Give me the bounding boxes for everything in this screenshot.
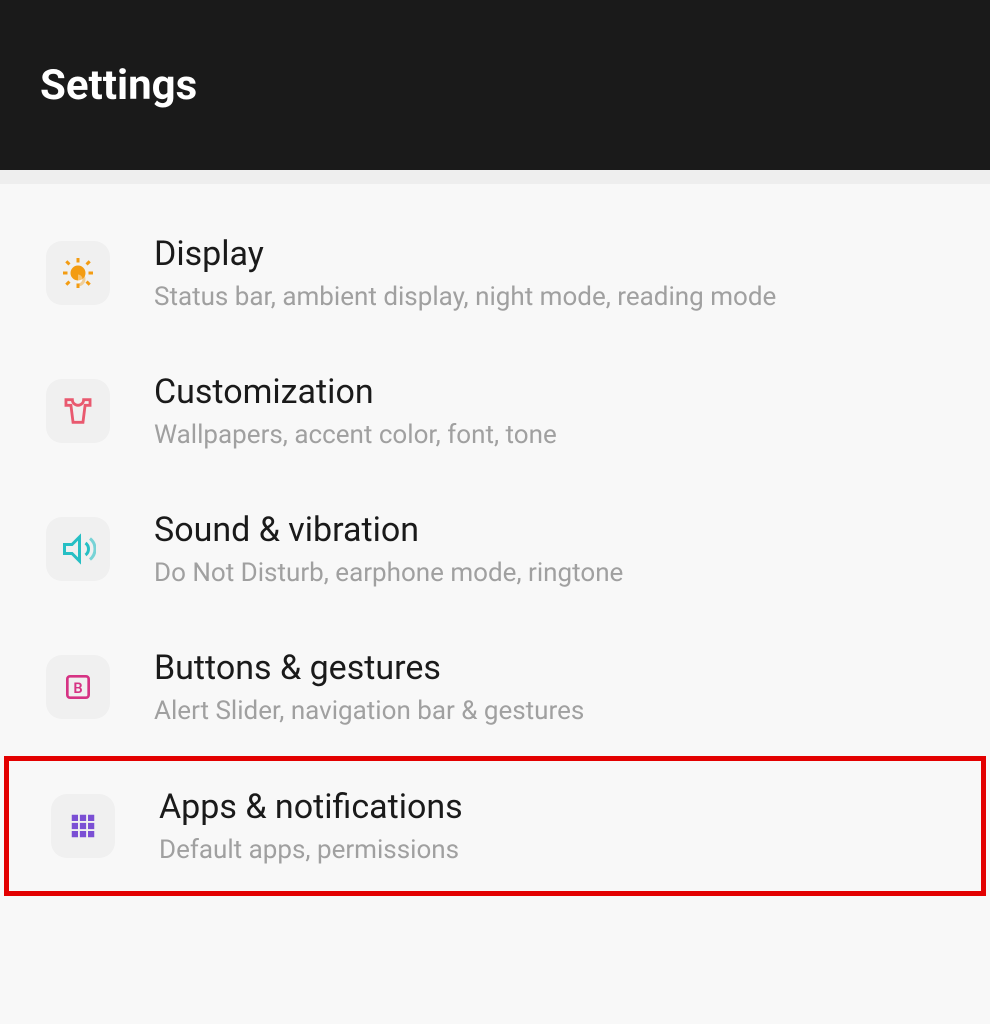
settings-item-sound[interactable]: Sound & vibration Do Not Disturb, earpho… — [0, 480, 990, 618]
item-subtitle: Status bar, ambient display, night mode,… — [154, 282, 776, 312]
item-title: Sound & vibration — [154, 510, 623, 550]
settings-item-buttons[interactable]: B Buttons & gestures Alert Slider, navig… — [0, 618, 990, 756]
item-text: Customization Wallpapers, accent color, … — [154, 372, 557, 450]
item-subtitle: Do Not Disturb, earphone mode, ringtone — [154, 558, 623, 588]
settings-list: Display Status bar, ambient display, nig… — [0, 184, 990, 896]
item-subtitle: Default apps, permissions — [159, 835, 463, 865]
item-text: Sound & vibration Do Not Disturb, earpho… — [154, 510, 623, 588]
item-subtitle: Wallpapers, accent color, font, tone — [154, 420, 557, 450]
buttons-icon: B — [46, 655, 110, 719]
sound-icon — [46, 517, 110, 581]
display-icon — [46, 241, 110, 305]
item-text: Buttons & gestures Alert Slider, navigat… — [154, 648, 584, 726]
header-divider — [0, 170, 990, 184]
item-title: Buttons & gestures — [154, 648, 584, 688]
page-title: Settings — [40, 61, 197, 110]
item-title: Apps & notifications — [159, 787, 463, 827]
customization-icon — [46, 379, 110, 443]
settings-item-customization[interactable]: Customization Wallpapers, accent color, … — [0, 342, 990, 480]
svg-text:B: B — [73, 679, 82, 697]
item-text: Display Status bar, ambient display, nig… — [154, 234, 776, 312]
header: Settings — [0, 0, 990, 170]
item-title: Customization — [154, 372, 557, 412]
item-title: Display — [154, 234, 776, 274]
settings-item-apps[interactable]: Apps & notifications Default apps, permi… — [4, 756, 986, 896]
item-subtitle: Alert Slider, navigation bar & gestures — [154, 696, 584, 726]
apps-icon — [51, 794, 115, 858]
settings-item-display[interactable]: Display Status bar, ambient display, nig… — [0, 204, 990, 342]
item-text: Apps & notifications Default apps, permi… — [159, 787, 463, 865]
